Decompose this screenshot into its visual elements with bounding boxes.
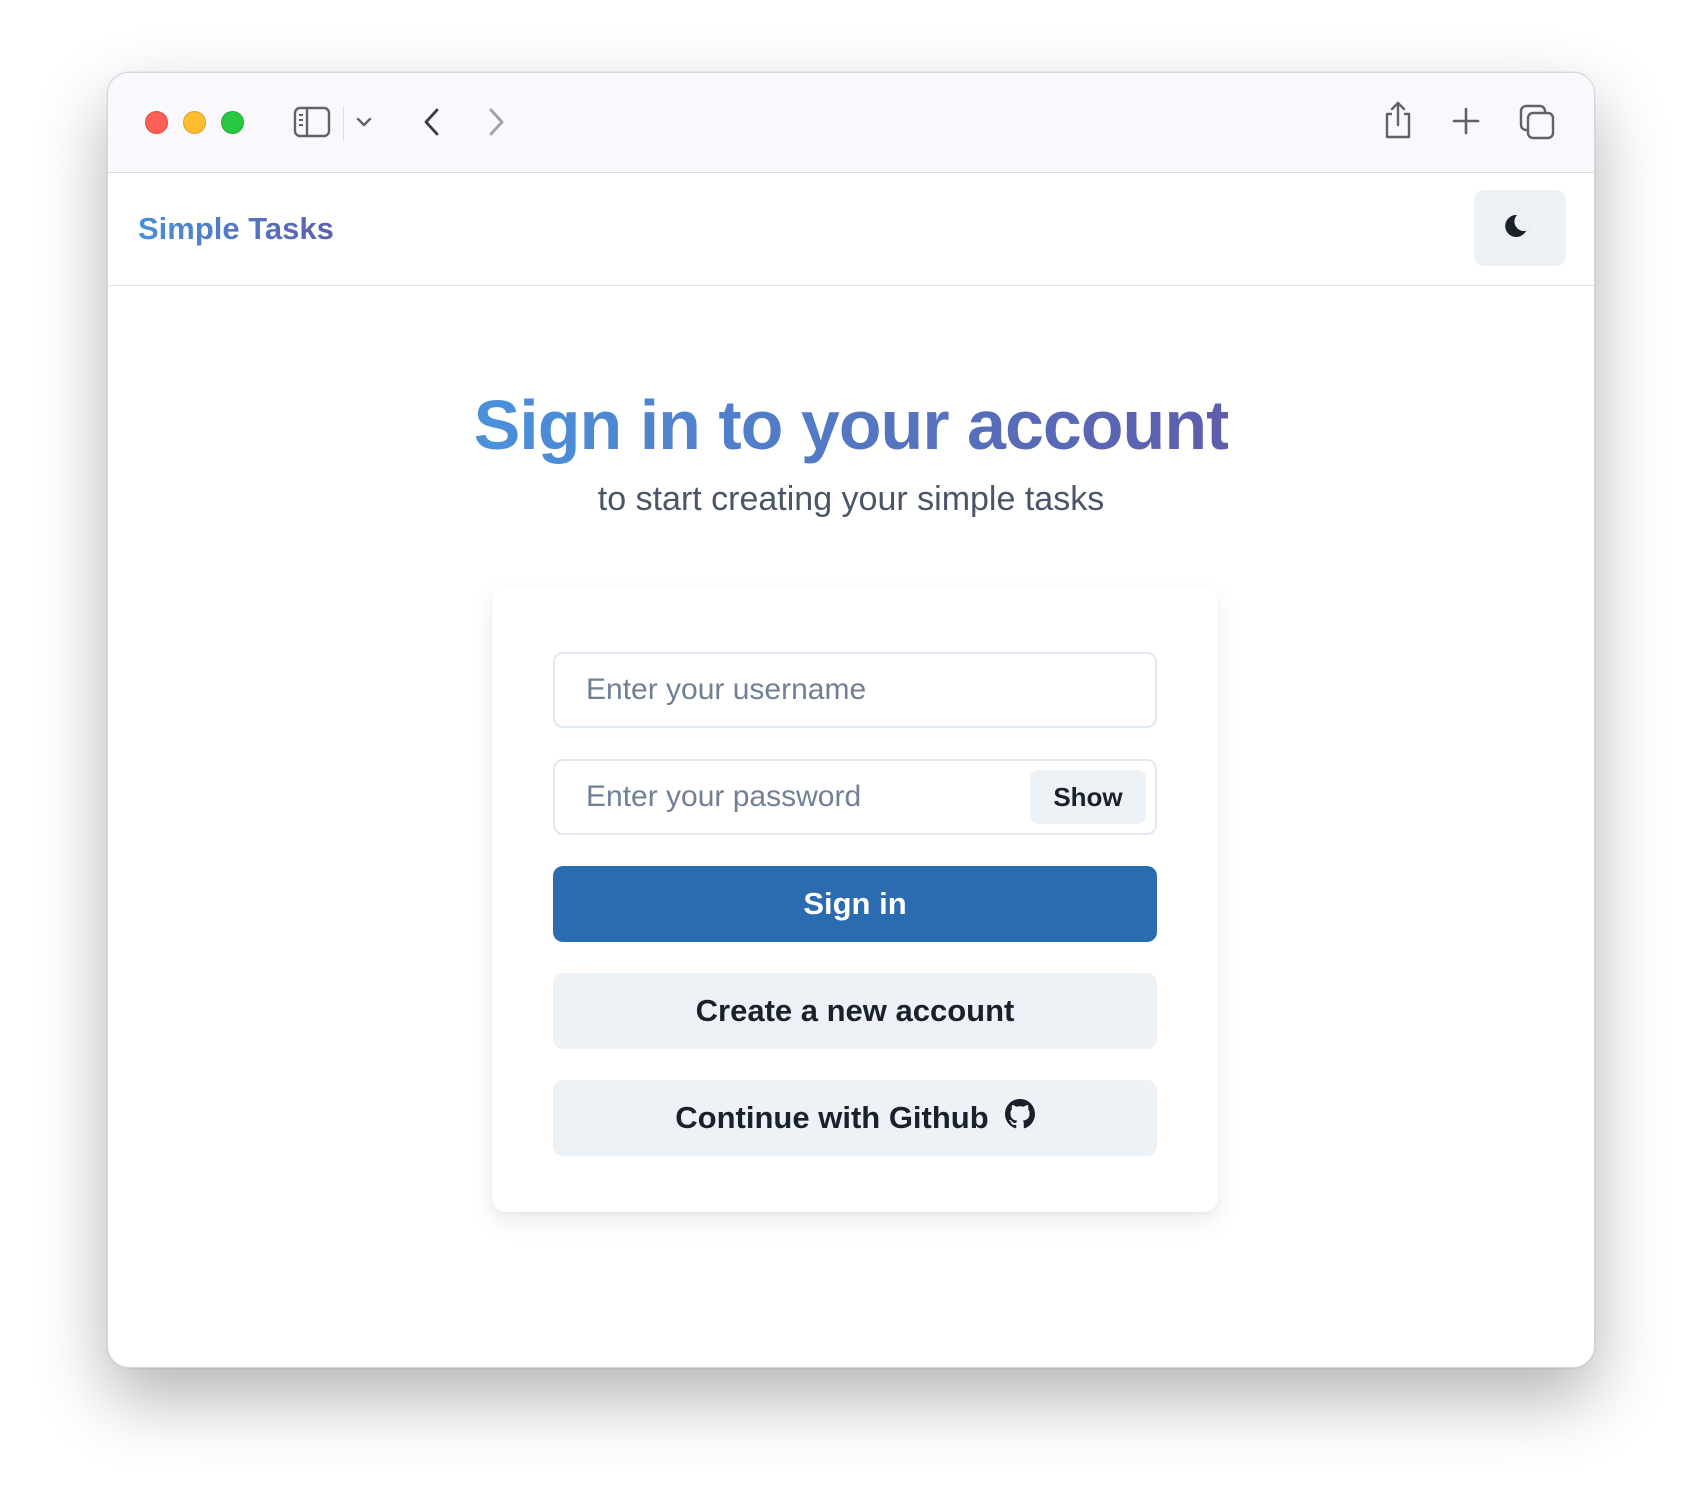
back-icon[interactable] <box>419 105 443 139</box>
password-field: Show <box>553 759 1157 835</box>
signin-button[interactable]: Sign in <box>553 866 1157 942</box>
sidebar-icon[interactable] <box>293 105 331 139</box>
username-field <box>553 652 1157 728</box>
toolbar-divider <box>343 106 344 140</box>
forward-icon[interactable] <box>485 105 509 139</box>
page-title: Sign in to your account <box>474 383 1230 467</box>
show-password-button[interactable]: Show <box>1030 770 1146 824</box>
share-icon[interactable] <box>1380 99 1416 141</box>
github-button-label: Continue with Github <box>675 1100 989 1135</box>
github-signin-button[interactable]: Continue with Github <box>553 1080 1157 1156</box>
create-account-label: Create a new account <box>695 993 1015 1028</box>
close-window-button[interactable] <box>145 111 168 134</box>
browser-titlebar <box>108 73 1594 173</box>
github-icon <box>1004 1099 1035 1137</box>
zoom-window-button[interactable] <box>221 111 244 134</box>
tabs-overview-icon[interactable] <box>1518 103 1556 141</box>
username-input[interactable] <box>555 654 1155 726</box>
theme-toggle-button[interactable] <box>1474 190 1566 266</box>
create-account-button[interactable]: Create a new account <box>553 973 1157 1049</box>
signin-heading-wrap: Sign in to your account <box>108 383 1594 467</box>
moon-icon <box>1505 211 1535 246</box>
minimize-window-button[interactable] <box>183 111 206 134</box>
app-header: Simple Tasks <box>108 173 1594 286</box>
signin-card: Show Sign in Create a new account Contin… <box>492 587 1218 1212</box>
new-tab-icon[interactable] <box>1450 105 1482 137</box>
chevron-down-icon[interactable] <box>355 113 373 131</box>
page-subtitle: to start creating your simple tasks <box>597 480 1105 518</box>
brand-logo-text[interactable]: Simple Tasks <box>138 211 334 247</box>
signin-button-label: Sign in <box>803 886 907 921</box>
browser-window: Simple Tasks Sign in to your account to … <box>107 72 1595 1368</box>
